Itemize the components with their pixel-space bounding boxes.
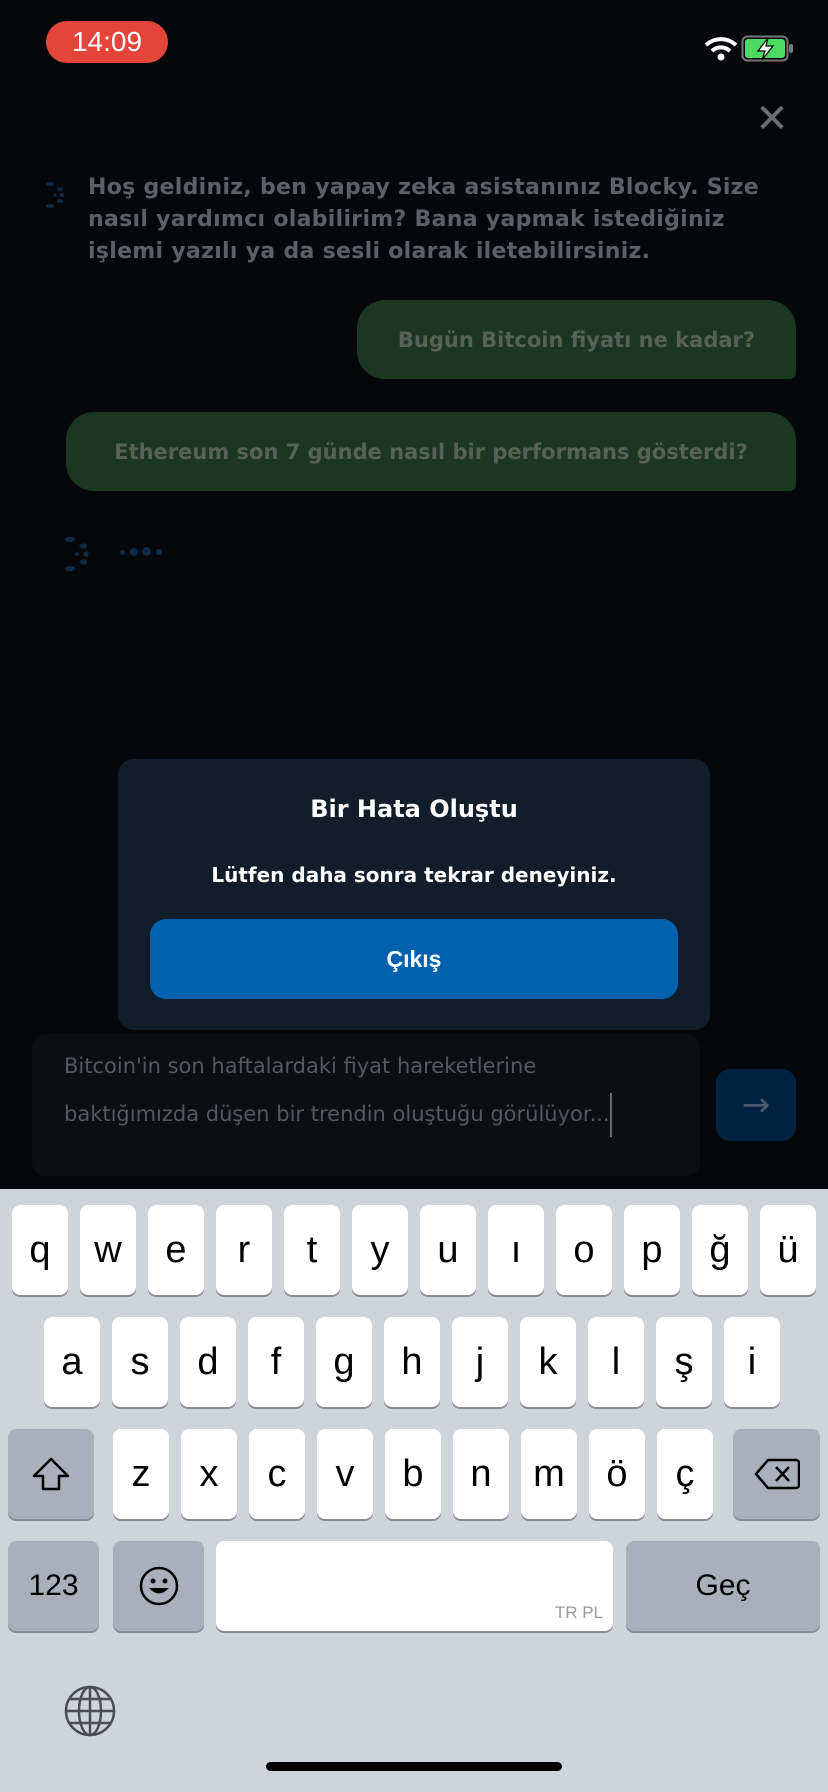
- key-v[interactable]: v: [317, 1429, 373, 1519]
- blocky-logo-icon: [46, 182, 64, 208]
- key-ş[interactable]: ş: [656, 1317, 712, 1407]
- numbers-key[interactable]: 123: [8, 1541, 99, 1631]
- arrow-right-icon: →: [741, 1085, 771, 1125]
- space-key[interactable]: TR PL: [216, 1541, 613, 1631]
- key-p[interactable]: p: [624, 1205, 680, 1295]
- exit-button[interactable]: Çıkış: [150, 919, 678, 999]
- key-j[interactable]: j: [452, 1317, 508, 1407]
- emoji-key[interactable]: [113, 1541, 204, 1631]
- key-u[interactable]: u: [420, 1205, 476, 1295]
- key-z[interactable]: z: [113, 1429, 169, 1519]
- backspace-icon: [754, 1458, 800, 1490]
- user-message: Ethereum son 7 günde nasıl bir performan…: [66, 412, 796, 491]
- close-button[interactable]: ✕: [752, 99, 792, 139]
- key-g[interactable]: g: [316, 1317, 372, 1407]
- key-n[interactable]: n: [453, 1429, 509, 1519]
- key-h[interactable]: h: [384, 1317, 440, 1407]
- key-q[interactable]: q: [12, 1205, 68, 1295]
- send-button[interactable]: →: [716, 1069, 796, 1141]
- status-time: 14:09: [46, 21, 168, 63]
- emoji-icon: [139, 1566, 178, 1606]
- user-message: Bugün Bitcoin fiyatı ne kadar?: [357, 300, 796, 379]
- message-input[interactable]: Bitcoin'in son haftalardaki fiyat hareke…: [32, 1034, 700, 1176]
- key-t[interactable]: t: [284, 1205, 340, 1295]
- key-b[interactable]: b: [385, 1429, 441, 1519]
- key-ğ[interactable]: ğ: [692, 1205, 748, 1295]
- key-y[interactable]: y: [352, 1205, 408, 1295]
- key-i[interactable]: i: [724, 1317, 780, 1407]
- dialog-message: Lütfen daha sonra tekrar deneyiniz.: [211, 863, 617, 887]
- key-c[interactable]: c: [249, 1429, 305, 1519]
- battery-charging-icon: [741, 35, 793, 62]
- key-o[interactable]: o: [556, 1205, 612, 1295]
- key-r[interactable]: r: [216, 1205, 272, 1295]
- key-e[interactable]: e: [148, 1205, 204, 1295]
- assistant-welcome-message: Hoş geldiniz, ben yapay zeka asistanınız…: [88, 175, 760, 264]
- key-k[interactable]: k: [520, 1317, 576, 1407]
- key-m[interactable]: m: [521, 1429, 577, 1519]
- key-ı[interactable]: ı: [488, 1205, 544, 1295]
- message-input-text: Bitcoin'in son haftalardaki fiyat hareke…: [64, 1054, 610, 1126]
- key-s[interactable]: s: [112, 1317, 168, 1407]
- key-l[interactable]: l: [588, 1317, 644, 1407]
- key-ö[interactable]: ö: [589, 1429, 645, 1519]
- wifi-icon: [704, 37, 738, 61]
- shift-icon: [32, 1457, 70, 1491]
- key-x[interactable]: x: [181, 1429, 237, 1519]
- typing-indicator: [118, 544, 168, 560]
- space-key-hint: TR PL: [554, 1603, 603, 1622]
- return-key[interactable]: Geç: [626, 1541, 820, 1631]
- key-d[interactable]: d: [180, 1317, 236, 1407]
- error-dialog: Bir Hata Oluştu Lütfen daha sonra tekrar…: [118, 759, 710, 1030]
- blocky-logo-icon: [64, 536, 89, 572]
- key-ü[interactable]: ü: [760, 1205, 816, 1295]
- shift-key[interactable]: [8, 1429, 94, 1519]
- globe-icon[interactable]: [63, 1684, 117, 1738]
- key-w[interactable]: w: [80, 1205, 136, 1295]
- home-indicator[interactable]: [266, 1762, 562, 1771]
- backspace-key[interactable]: [733, 1429, 820, 1519]
- key-ç[interactable]: ç: [657, 1429, 713, 1519]
- text-caret: [609, 1093, 612, 1137]
- key-a[interactable]: a: [44, 1317, 100, 1407]
- dialog-title: Bir Hata Oluştu: [310, 795, 518, 823]
- key-f[interactable]: f: [248, 1317, 304, 1407]
